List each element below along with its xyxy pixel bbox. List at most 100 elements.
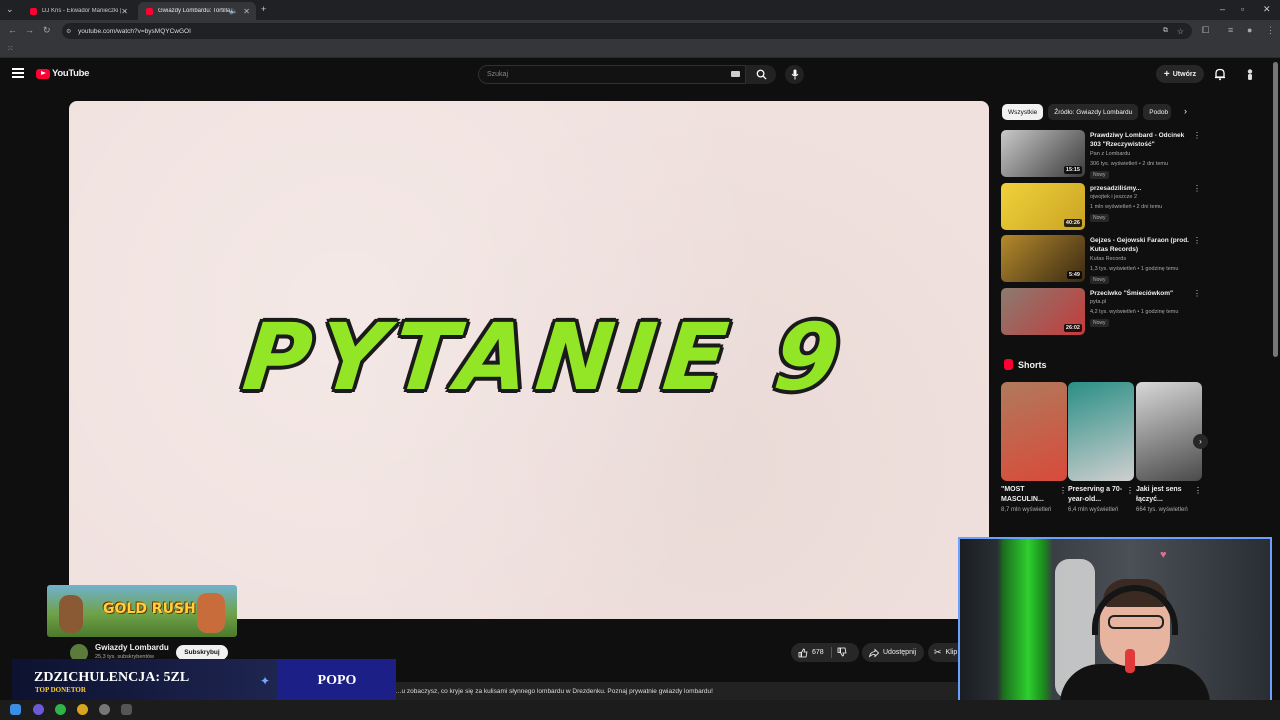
recommendation-item[interactable]: 26:02 Przeciwko "Śmieciówkom" pyta.pl 4,2 t… bbox=[1001, 288, 1203, 338]
chrome-menu-icon[interactable]: ⋮ bbox=[1266, 25, 1275, 36]
clip-label: Klip bbox=[945, 649, 958, 656]
more-options-icon[interactable]: ⋮ bbox=[1193, 236, 1201, 245]
keyboard-icon[interactable] bbox=[731, 71, 740, 77]
like-count: 678 bbox=[812, 649, 824, 656]
short-item[interactable]: Preserving a 70-year-old... 6,4 mln wyświ… bbox=[1068, 382, 1134, 530]
video-thumbnail[interactable]: 5:49 bbox=[1001, 235, 1085, 282]
recommendation-item[interactable]: 40:26 przesadziliśmy... ojwojtek i jeszcze… bbox=[1001, 183, 1203, 233]
channel-name[interactable]: Gwiazdy Lombardu bbox=[95, 643, 169, 652]
video-thumbnail[interactable]: 15:15 bbox=[1001, 130, 1085, 177]
more-options-icon[interactable]: ⋮ bbox=[1193, 289, 1201, 298]
search-input[interactable]: Szukaj bbox=[478, 65, 746, 84]
maximize-icon[interactable]: ▫ bbox=[1241, 4, 1244, 14]
back-icon[interactable]: ← bbox=[8, 25, 17, 35]
share-arrow-icon bbox=[869, 648, 879, 657]
site-info-icon[interactable]: ⚙ bbox=[66, 28, 71, 35]
share-button[interactable]: Udostępnij bbox=[862, 643, 924, 662]
discord-icon[interactable] bbox=[33, 704, 44, 715]
install-icon[interactable]: ⧉ bbox=[1163, 27, 1168, 35]
more-options-icon[interactable]: ⋮ bbox=[1193, 131, 1201, 140]
shorts-title: Shorts bbox=[1018, 359, 1047, 370]
close-tab-icon[interactable]: ✕ bbox=[243, 7, 250, 16]
thumbs-down-icon[interactable] bbox=[837, 647, 847, 657]
video-title[interactable]: Prawdziwy Lombard - Odcinek 303 "Rzeczyw… bbox=[1090, 131, 1194, 149]
video-player[interactable]: PYTANIE 9 bbox=[69, 101, 989, 619]
game-ad-banner: GOLD RUSH bbox=[47, 585, 237, 637]
close-tab-icon[interactable]: ✕ bbox=[121, 7, 128, 16]
extensions-icon[interactable]: ⧠ bbox=[1202, 25, 1209, 36]
browser-tabstrip: ⌄ DJ Kris - Ekwador Manieczki | ... ✕ Gw… bbox=[0, 0, 1280, 20]
app-icon[interactable] bbox=[121, 704, 132, 715]
reload-icon[interactable]: ↻ bbox=[43, 25, 51, 36]
channel-name[interactable]: pyta.pl bbox=[1090, 299, 1106, 305]
close-window-icon[interactable]: ✕ bbox=[1263, 4, 1271, 15]
chevron-right-icon[interactable]: › bbox=[1184, 106, 1187, 116]
chrome-icon[interactable] bbox=[55, 704, 66, 715]
search-button[interactable] bbox=[746, 65, 776, 84]
browser-tab-1[interactable]: DJ Kris - Ekwador Manieczki | ... ✕ bbox=[22, 2, 134, 20]
character-figure bbox=[59, 595, 83, 633]
account-avatar[interactable] bbox=[1243, 67, 1257, 81]
subscribe-button[interactable]: Subskrybuj bbox=[176, 645, 228, 660]
shorts-next-button[interactable]: › bbox=[1193, 434, 1208, 449]
chip-related[interactable]: Podob bbox=[1143, 104, 1172, 120]
new-tab-icon[interactable]: + bbox=[261, 4, 266, 14]
video-title[interactable]: przesadziliśmy... bbox=[1090, 184, 1194, 193]
video-thumbnail[interactable]: 26:02 bbox=[1001, 288, 1085, 335]
page-scrollbar[interactable] bbox=[1273, 62, 1278, 357]
media-control-icon[interactable]: ≡ bbox=[1228, 25, 1233, 35]
minimize-icon[interactable]: – bbox=[1220, 4, 1225, 14]
apps-grid-icon[interactable]: ⁙ bbox=[7, 44, 14, 53]
like-button[interactable]: 678 bbox=[791, 643, 859, 662]
video-meta: 306 tys. wyświetleń • 2 dni temu bbox=[1090, 161, 1169, 167]
video-duration: 5:49 bbox=[1066, 271, 1082, 279]
address-bar-row: ← → ↻ ⚙ youtube.com/watch?v=bysMQYCwGOI … bbox=[0, 20, 1280, 42]
video-title[interactable]: Przeciwko "Śmieciówkom" bbox=[1090, 289, 1194, 298]
hamburger-menu-icon[interactable] bbox=[12, 68, 24, 78]
short-thumbnail[interactable] bbox=[1068, 382, 1134, 481]
speaker-icon[interactable]: 🔈 bbox=[229, 7, 238, 15]
chip-source-channel[interactable]: Źródło: Gwiazdy Lombardu bbox=[1048, 104, 1139, 120]
short-thumbnail[interactable] bbox=[1001, 382, 1067, 481]
search-placeholder: Szukaj bbox=[487, 71, 509, 78]
short-title[interactable]: Preserving a 70-year-old... bbox=[1068, 485, 1124, 505]
short-item[interactable]: "MOST MASCULIN... 8,7 mln wyświetleń ⋮ bbox=[1001, 382, 1067, 530]
profile-icon[interactable]: ● bbox=[1247, 25, 1252, 35]
tab-list-icon[interactable]: ⌄ bbox=[6, 4, 14, 15]
channel-name[interactable]: ojwojtek i jeszcze 2 bbox=[1090, 194, 1137, 200]
windows-taskbar bbox=[0, 700, 1280, 720]
forward-icon[interactable]: → bbox=[25, 25, 34, 35]
more-options-icon[interactable]: ⋮ bbox=[1193, 184, 1201, 193]
chip-all[interactable]: Wszystkie bbox=[1002, 104, 1044, 120]
youtube-header: YouTube Szukaj bbox=[0, 58, 1280, 92]
short-title[interactable]: Jaki jest sens łączyć... bbox=[1136, 485, 1192, 505]
browser-tab-title: DJ Kris - Ekwador Manieczki | ... bbox=[42, 8, 126, 14]
video-thumbnail[interactable]: 40:26 bbox=[1001, 183, 1085, 230]
chrome-profile-icon[interactable] bbox=[77, 704, 88, 715]
create-button[interactable]: + Utwórz bbox=[1156, 65, 1204, 83]
more-options-icon[interactable]: ⋮ bbox=[1194, 486, 1202, 495]
youtube-logo[interactable]: YouTube bbox=[36, 68, 89, 79]
logo-text: YouTube bbox=[52, 68, 90, 79]
url-field[interactable]: ⚙ youtube.com/watch?v=bysMQYCwGOI ⧉ ☆ bbox=[62, 23, 1192, 39]
glasses bbox=[1108, 615, 1164, 629]
start-icon[interactable] bbox=[10, 704, 21, 715]
short-views: 8,7 mln wyświetleń bbox=[1001, 507, 1052, 513]
new-badge: Nowy bbox=[1090, 214, 1109, 222]
voice-search-button[interactable] bbox=[785, 65, 804, 84]
recommendation-item[interactable]: 15:15 Prawdziwy Lombard - Odcinek 303 "Rz… bbox=[1001, 130, 1203, 180]
settings-icon[interactable] bbox=[99, 704, 110, 715]
browser-tab-2[interactable]: Gwiazdy Lombardu: Tortilla... 🔈 ✕ bbox=[138, 2, 256, 20]
youtube-favicon-icon bbox=[146, 7, 153, 15]
channel-name[interactable]: Kutas Records bbox=[1090, 256, 1126, 262]
notifications-bell-icon[interactable] bbox=[1213, 67, 1227, 81]
bookmark-star-icon[interactable]: ☆ bbox=[1177, 27, 1184, 36]
more-options-icon[interactable]: ⋮ bbox=[1059, 486, 1067, 495]
video-title[interactable]: Gejzes - Gejowski Faraon (prod. Kutas Re… bbox=[1090, 236, 1194, 254]
recommendation-item[interactable]: 5:49 Gejzes - Gejowski Faraon (prod. Kuta… bbox=[1001, 235, 1203, 285]
short-title[interactable]: "MOST MASCULIN... bbox=[1001, 485, 1057, 505]
short-item[interactable]: Jaki jest sens łączyć... 664 tys. wyświet… bbox=[1136, 382, 1202, 530]
channel-name[interactable]: Pan z Lombardu bbox=[1090, 151, 1130, 157]
short-thumbnail[interactable] bbox=[1136, 382, 1202, 481]
more-options-icon[interactable]: ⋮ bbox=[1126, 486, 1134, 495]
